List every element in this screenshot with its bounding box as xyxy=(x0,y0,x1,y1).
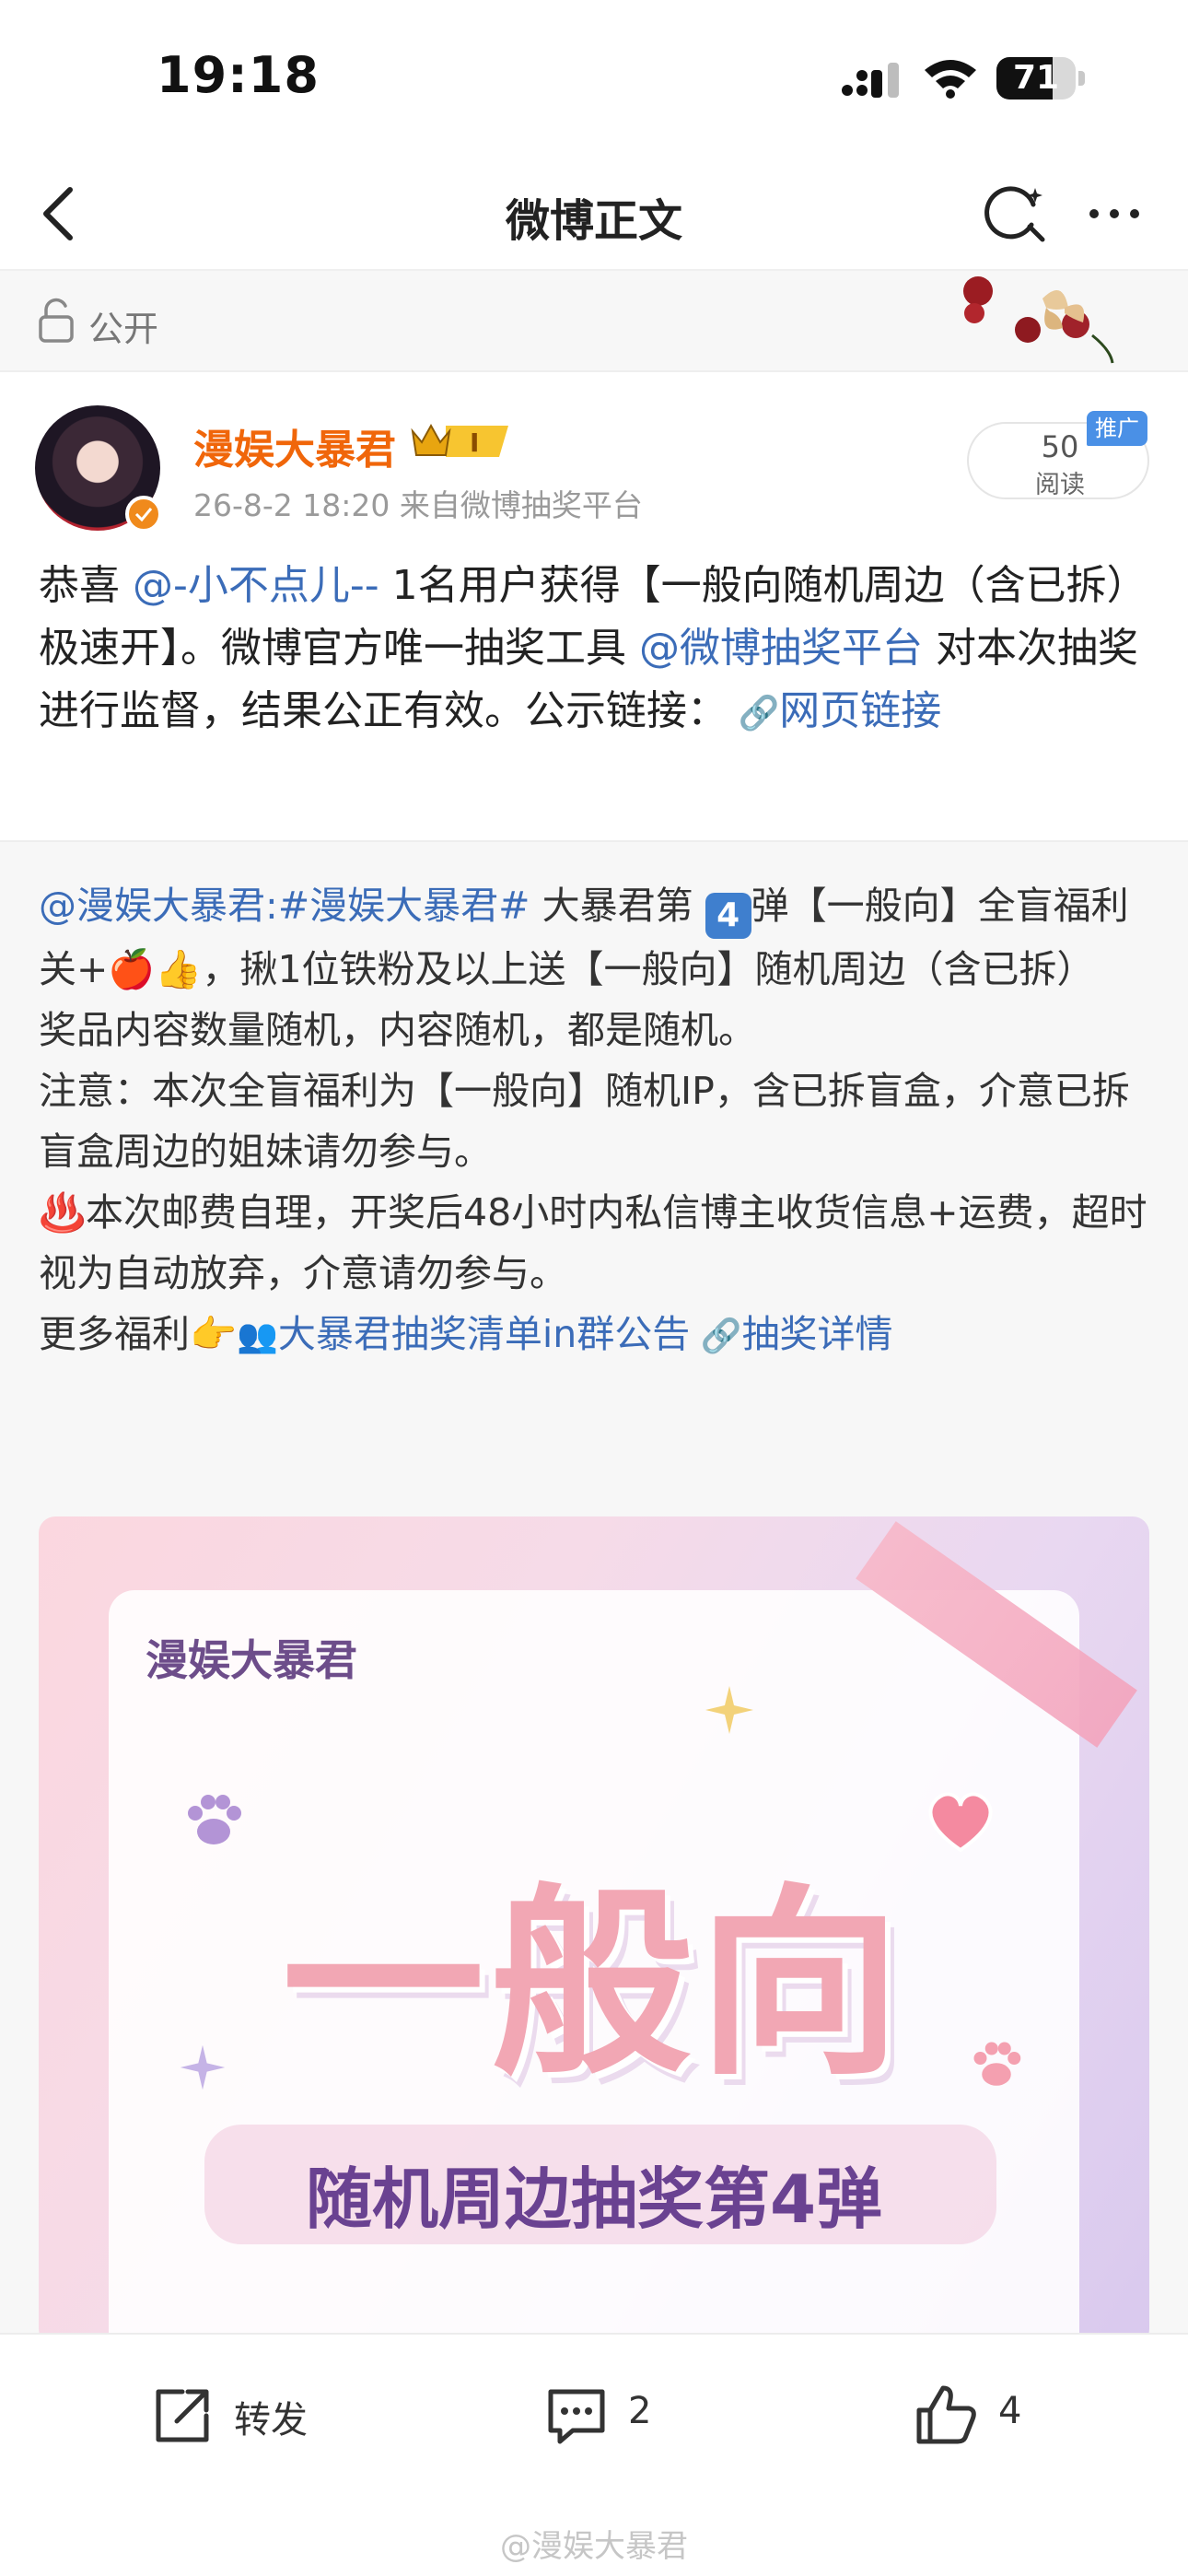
action-bar: 转发 2 4 xyxy=(0,2333,1188,2486)
repost-text-part: 大暴君第 xyxy=(530,884,705,928)
avatar[interactable] xyxy=(35,405,162,533)
repost-text-line: 奖品内容数量随机，内容随机，都是随机。 xyxy=(39,1008,756,1052)
poster-subtitle: 随机周边抽奖第4弹 xyxy=(305,2160,883,2238)
watermark: @漫娱大暴君 xyxy=(500,2528,688,2565)
search-icon[interactable] xyxy=(978,177,1052,251)
web-link[interactable]: 网页链接 xyxy=(779,687,941,734)
share-icon xyxy=(156,2389,209,2442)
repost-text-line: 注意：本次全盲福利为【一般向】随机IP，含已拆盲盒，介意已拆盲盒周边的姐妹请勿参… xyxy=(39,1069,1130,1174)
verified-badge-icon xyxy=(125,496,162,533)
group-icon: 👥 xyxy=(237,1317,278,1355)
user-mention[interactable]: @漫娱大暴君: xyxy=(39,884,278,928)
post-body: 恭喜 @-小不点儿-- 1名用户获得【一般向随机周边（含已拆）极速开】。微博官方… xyxy=(39,555,1153,745)
comment-count: 2 xyxy=(628,2390,652,2432)
unlock-icon xyxy=(39,298,74,343)
link-icon: 🔗 xyxy=(728,695,780,732)
visibility-bar: 公开 xyxy=(0,271,1188,372)
read-label: 阅读 xyxy=(1035,471,1085,499)
number-four-emoji-icon: 4 xyxy=(705,893,751,939)
battery-indicator: 71 xyxy=(996,57,1085,100)
repost-button[interactable]: 转发 xyxy=(146,2379,330,2453)
poster-brand: 漫娱大暴君 xyxy=(146,1635,357,1685)
repost-label: 转发 xyxy=(234,2399,308,2441)
author-name[interactable]: 漫娱大暴君 xyxy=(193,416,396,475)
link-icon: 🔗 xyxy=(690,1317,742,1355)
user-mention[interactable]: @-小不点儿-- xyxy=(133,562,379,609)
status-time: 19:18 xyxy=(157,46,320,104)
repost-text: @漫娱大暴君:#漫娱大暴君# 大暴君第 4 弹【一般向】全盲福利 关+🍎👍，揪1位… xyxy=(39,875,1153,1367)
user-mention[interactable]: @微博抽奖平台 xyxy=(639,625,923,672)
svg-text:I: I xyxy=(470,427,479,458)
repost-text-line: ♨️本次邮费自理，开奖后48小时内私信博主收货信息+运费，超时视为自动放弃，介意… xyxy=(39,1190,1147,1295)
post-text-part: 恭喜 xyxy=(39,562,133,609)
topic-tag[interactable]: #漫娱大暴君# xyxy=(278,884,530,928)
reposted-content[interactable]: @漫娱大暴君:#漫娱大暴君# 大暴君第 4 弹【一般向】全盲福利 关+🍎👍，揪1位… xyxy=(0,840,1188,2346)
cellular-signal-icon xyxy=(842,63,899,98)
repost-text-line: 关+🍎👍，揪1位铁粉及以上送【一般向】随机周边（含已拆） xyxy=(39,947,1095,991)
comment-button[interactable]: 2 xyxy=(540,2379,705,2453)
promotion-tag[interactable]: 推广 xyxy=(1087,411,1147,446)
nav-bar: 微博正文 xyxy=(0,157,1188,271)
rose-butterfly-decoration xyxy=(963,276,1114,364)
wifi-icon xyxy=(925,60,976,99)
like-button[interactable]: 4 xyxy=(910,2379,1076,2453)
poster-title: 一般向 xyxy=(281,1867,906,2102)
group-link[interactable]: 大暴君抽奖清单in群公告 xyxy=(278,1312,690,1356)
repost-text-part: 弹【一般向】全盲福利 xyxy=(751,884,1129,928)
battery-level-text: 71 xyxy=(1012,59,1060,97)
like-count: 4 xyxy=(998,2390,1022,2432)
post-meta: 26-8-2 18:20 来自微博抽奖平台 xyxy=(193,487,643,523)
lottery-detail-link[interactable]: 抽奖详情 xyxy=(742,1312,893,1356)
visibility-label: 公开 xyxy=(88,309,159,349)
status-bar: 19:18 71 xyxy=(0,0,1188,157)
post-image[interactable]: 漫娱大暴君 一般向 随机周边抽奖第4弹 xyxy=(39,1516,1149,2346)
repost-text-part: 更多福利👉 xyxy=(39,1312,238,1356)
sparkle-icon xyxy=(705,1686,753,1734)
thumbs-up-icon xyxy=(916,2385,976,2444)
more-options-icon[interactable] xyxy=(1079,177,1153,251)
vip-crown-badge-icon[interactable]: I xyxy=(409,416,516,464)
comment-icon xyxy=(548,2389,605,2444)
